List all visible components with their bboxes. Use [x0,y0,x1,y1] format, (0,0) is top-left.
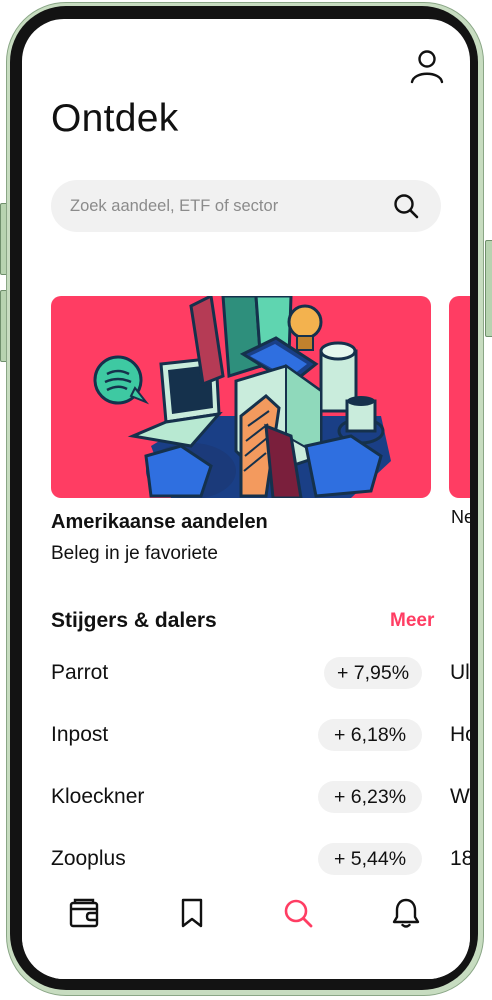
change-badge: + 6,23% [318,781,422,813]
featured-card-next-title: Ne [451,507,470,527]
stock-name: Parrot [51,661,109,684]
next-column-stock-name: 18 [450,847,470,870]
change-badge: + 5,44% [318,843,422,875]
search-icon[interactable] [392,192,420,220]
stocks-illustration [93,296,391,498]
next-column-stock-name: W [450,785,470,808]
nav-wallet[interactable] [62,891,106,935]
nav-discover[interactable] [276,891,320,935]
stock-name: Inpost [51,723,109,746]
stock-name: Kloeckner [51,785,145,808]
featured-card-us-stocks[interactable] [51,296,431,498]
wallet-icon [69,898,99,928]
featured-card-title: Amerikaanse aandelen [51,511,268,533]
nav-notifications[interactable] [384,891,428,935]
nav-watchlist[interactable] [170,891,214,935]
profile-icon[interactable] [408,47,446,85]
search-icon [284,899,313,928]
more-link[interactable]: Meer [390,610,434,632]
app-screen: Ontdek Zoek aandeel, ETF of sector Ameri… [22,19,470,979]
page-title: Ontdek [51,97,179,140]
search-bar[interactable] [51,180,441,232]
section-title: Stijgers & dalers [51,609,217,632]
change-badge: + 6,18% [318,719,422,751]
change-badge: + 7,95% [324,657,422,689]
power-button [485,240,492,337]
featured-card-next[interactable] [449,296,470,498]
featured-card-subtitle: Beleg in je favoriete [51,543,218,564]
search-input[interactable] [70,180,390,232]
next-column-stock-name: Ul [450,661,470,684]
next-column-stock-name: Ho [450,723,470,746]
bookmark-icon [181,898,203,928]
bell-icon [392,898,420,928]
stock-name: Zooplus [51,847,126,870]
